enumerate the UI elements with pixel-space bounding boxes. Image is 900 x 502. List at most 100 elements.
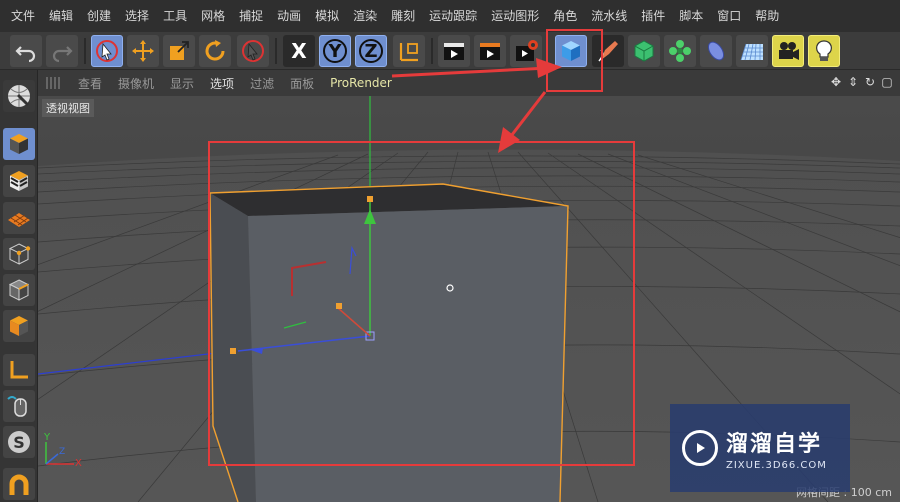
- array-cloner-button[interactable]: [664, 35, 696, 67]
- viewport-nav: ✥ ⇕ ↻ ▢: [829, 74, 894, 90]
- magnet-button[interactable]: [3, 468, 35, 500]
- menu-mesh[interactable]: 网格: [194, 0, 232, 32]
- menu-motion-tracking[interactable]: 运动跟踪: [422, 0, 484, 32]
- panel-grip[interactable]: [46, 77, 62, 89]
- menu-edit[interactable]: 编辑: [42, 0, 80, 32]
- scale-button[interactable]: [163, 35, 195, 67]
- recent-tool-icon: [242, 40, 264, 62]
- cube-button[interactable]: [555, 35, 587, 67]
- z-axis-icon: Z: [359, 39, 383, 63]
- menu-mograph[interactable]: 运动图形: [484, 0, 546, 32]
- y-axis-button[interactable]: Y: [319, 35, 351, 67]
- render-settings-button[interactable]: [510, 35, 542, 67]
- coordinate-system-icon: [399, 43, 418, 62]
- watermark-url: ZIXUE.3D66.COM: [726, 459, 827, 471]
- scale-icon: [170, 41, 189, 60]
- menu-simulate[interactable]: 模拟: [308, 0, 346, 32]
- texture-mode-icon: [10, 171, 28, 191]
- menu-create[interactable]: 创建: [80, 0, 118, 32]
- snap-icon: S: [8, 431, 30, 453]
- menu-character[interactable]: 角色: [546, 0, 584, 32]
- move-button[interactable]: [127, 35, 159, 67]
- gizmo-y-label: Y: [43, 432, 51, 443]
- orbit-icon[interactable]: ↻: [863, 74, 877, 90]
- points-mode-button[interactable]: [3, 238, 35, 270]
- perspective-viewport[interactable]: X Y Z 透视视图 网格间距 : 100 cm 溜溜自学 ZIXUE.3D66…: [38, 96, 900, 502]
- cube-icon: [562, 41, 580, 61]
- view-menu-prorender[interactable]: ProRender: [322, 76, 400, 90]
- render-settings-icon: [516, 40, 538, 61]
- gizmo-z-label: Z: [59, 447, 65, 457]
- menu-pipeline[interactable]: 流水线: [584, 0, 634, 32]
- menu-window[interactable]: 窗口: [710, 0, 748, 32]
- rotate-icon: [205, 40, 225, 61]
- dolly-icon[interactable]: ⇕: [846, 74, 860, 90]
- make-editable-icon: [8, 85, 30, 107]
- tweak-mode-button[interactable]: [3, 390, 35, 422]
- floor-icon: [740, 43, 763, 61]
- menu-script[interactable]: 脚本: [672, 0, 710, 32]
- menu-file[interactable]: 文件: [4, 0, 42, 32]
- redo-icon: [52, 46, 73, 63]
- menu-plugins[interactable]: 插件: [634, 0, 672, 32]
- tweak-mouse-icon: [7, 396, 27, 417]
- polygons-mode-icon: [10, 316, 28, 336]
- subdivision-icon: [634, 40, 654, 62]
- svg-text:S: S: [13, 433, 25, 452]
- menu-animate[interactable]: 动画: [270, 0, 308, 32]
- camera-icon: [779, 42, 799, 60]
- recent-tool-button[interactable]: [237, 35, 269, 67]
- menu-render[interactable]: 渲染: [346, 0, 384, 32]
- deformer-button[interactable]: [700, 35, 732, 67]
- magnet-icon: [9, 474, 29, 495]
- x-axis-icon: X: [291, 39, 307, 63]
- light-button[interactable]: [808, 35, 840, 67]
- y-axis-icon: Y: [323, 39, 347, 63]
- maximize-icon[interactable]: ▢: [880, 74, 894, 90]
- z-axis-button[interactable]: Z: [355, 35, 387, 67]
- axis-mode-icon: [10, 361, 28, 379]
- menu-bar: 文件 编辑 创建 选择 工具 网格 捕捉 动画 模拟 渲染 雕刻 运动跟踪 运动…: [0, 0, 900, 32]
- pen-spline-button[interactable]: [592, 35, 624, 67]
- render-view-button[interactable]: [438, 35, 470, 67]
- camera-button[interactable]: [772, 35, 804, 67]
- menu-help[interactable]: 帮助: [748, 0, 786, 32]
- undo-button[interactable]: [10, 35, 42, 67]
- view-menu-panel[interactable]: 面板: [282, 75, 322, 92]
- workplane-icon: [8, 213, 30, 227]
- live-select-button[interactable]: [91, 35, 123, 67]
- pan-icon[interactable]: ✥: [829, 74, 843, 90]
- workplane-mode-button[interactable]: [3, 202, 35, 234]
- snap-button[interactable]: S: [3, 426, 35, 458]
- render-picture-viewer-button[interactable]: [474, 35, 506, 67]
- view-menu-cameras[interactable]: 摄像机: [110, 75, 162, 92]
- view-menu-filter[interactable]: 过滤: [242, 75, 282, 92]
- viewport-camera-label[interactable]: 透视视图: [42, 99, 94, 117]
- redo-button[interactable]: [46, 35, 78, 67]
- menu-snap[interactable]: 捕捉: [232, 0, 270, 32]
- axis-mode-button[interactable]: [3, 354, 35, 386]
- polygons-mode-button[interactable]: [3, 310, 35, 342]
- undo-icon: [15, 46, 36, 63]
- menu-tools[interactable]: 工具: [156, 0, 194, 32]
- render-view-icon: [444, 43, 464, 60]
- view-menu-view[interactable]: 查看: [70, 75, 110, 92]
- view-menu-display[interactable]: 显示: [162, 75, 202, 92]
- pen-spline-icon: [598, 41, 618, 62]
- coordinate-system-button[interactable]: [393, 35, 425, 67]
- texture-mode-button[interactable]: [3, 165, 35, 197]
- main-toolbar: X Y Z: [0, 32, 900, 70]
- x-axis-button[interactable]: X: [283, 35, 315, 67]
- make-editable-button[interactable]: [3, 80, 35, 112]
- watermark-title: 溜溜自学: [726, 431, 823, 457]
- model-mode-button[interactable]: [3, 128, 35, 160]
- edges-mode-button[interactable]: [3, 274, 35, 306]
- array-cloner-icon: [669, 40, 691, 62]
- menu-sculpt[interactable]: 雕刻: [384, 0, 422, 32]
- view-menu-options[interactable]: 选项: [202, 75, 242, 92]
- floor-button[interactable]: [736, 35, 768, 67]
- rotate-button[interactable]: [199, 35, 231, 67]
- subdivision-button[interactable]: [628, 35, 660, 67]
- menu-select[interactable]: 选择: [118, 0, 156, 32]
- deformer-icon: [707, 41, 725, 61]
